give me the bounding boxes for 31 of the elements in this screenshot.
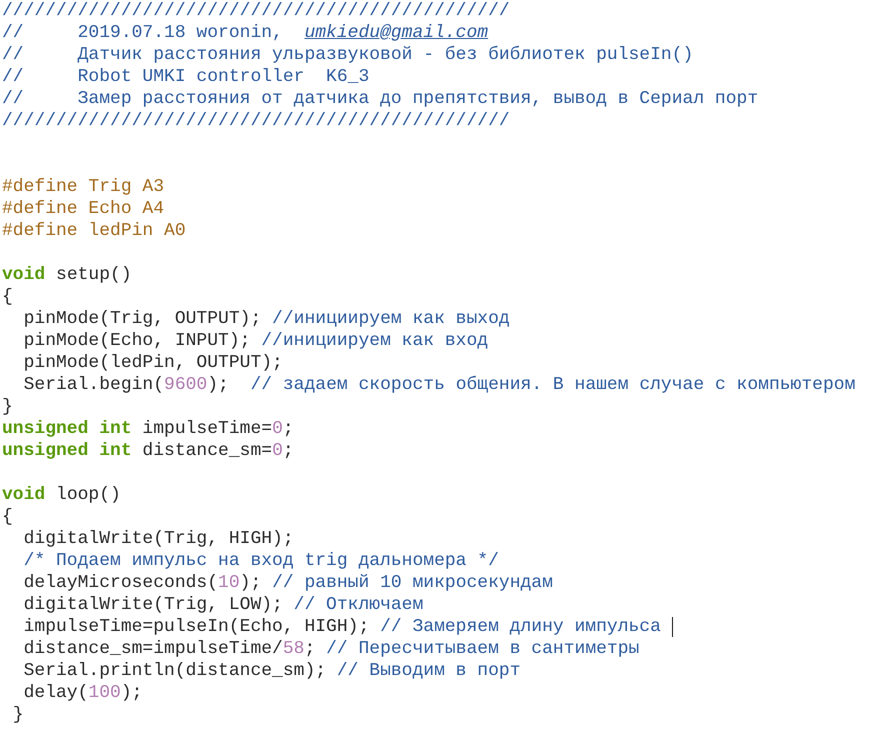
code-line: // Замер расстояния от датчика до препятствия, вывод в Сериал порт bbox=[2, 88, 760, 110]
code-line: digitalWrite(Trig, HIGH); bbox=[22, 528, 295, 550]
code-line: { bbox=[2, 286, 14, 308]
code-line: void setup() bbox=[2, 264, 133, 286]
code-line: /////////////////////////////////////////////// bbox=[2, 0, 511, 22]
code-line: /* Подаем импульс на вход trig дальномера */ bbox=[22, 550, 500, 572]
code-line: #define Echo A4 bbox=[2, 198, 166, 220]
code-line: unsigned int impulseTime=0; bbox=[2, 418, 295, 440]
code-line: delayMicroseconds(10); // равный 10 микросекундам bbox=[22, 572, 554, 594]
code-line: pinMode(Echo, INPUT); //инициируем как вход bbox=[22, 330, 490, 352]
code-line: digitalWrite(Trig, LOW); // Отключаем bbox=[22, 594, 424, 616]
code-line: } bbox=[2, 396, 14, 418]
code-line: pinMode(Trig, OUTPUT); //инициируем как выход bbox=[22, 308, 511, 330]
code-text: impulseTime=pulseIn(Echo, HIGH); bbox=[22, 616, 370, 638]
code-line: } bbox=[12, 704, 25, 726]
email-link[interactable]: umkiedu@gmail.com bbox=[304, 22, 488, 44]
code-line: // Robot UMKI controller K6_3 bbox=[2, 66, 370, 88]
code-line: distance_sm=impulseTime/58; // Пересчитываем в сантиметры bbox=[22, 638, 640, 660]
code-line: pinMode(ledPin, OUTPUT); bbox=[22, 352, 284, 374]
code-line: void loop() bbox=[2, 484, 122, 506]
code-line: Serial.begin(9600); // задаем скорость общения. В нашем случае с компьютером bbox=[22, 374, 856, 396]
code-line: // Датчик расстояния ульразвуковой - без библиотек pulseIn() bbox=[2, 44, 694, 66]
code-line: delay(100); bbox=[22, 682, 144, 704]
code-line: #define Trig A3 bbox=[2, 176, 166, 198]
code-line: { bbox=[2, 506, 14, 528]
comment-text: // 2019.07.18 woronin, bbox=[2, 22, 284, 44]
code-line: #define ledPin A0 bbox=[2, 220, 187, 242]
code-line: Serial.println(distance_sm); // Выводим в порт bbox=[22, 660, 522, 682]
comment-text: // Замеряем длину импульса bbox=[380, 616, 661, 638]
code-line: unsigned int distance_sm=0; bbox=[2, 440, 295, 462]
code-line: /////////////////////////////////////////////// bbox=[2, 110, 511, 132]
